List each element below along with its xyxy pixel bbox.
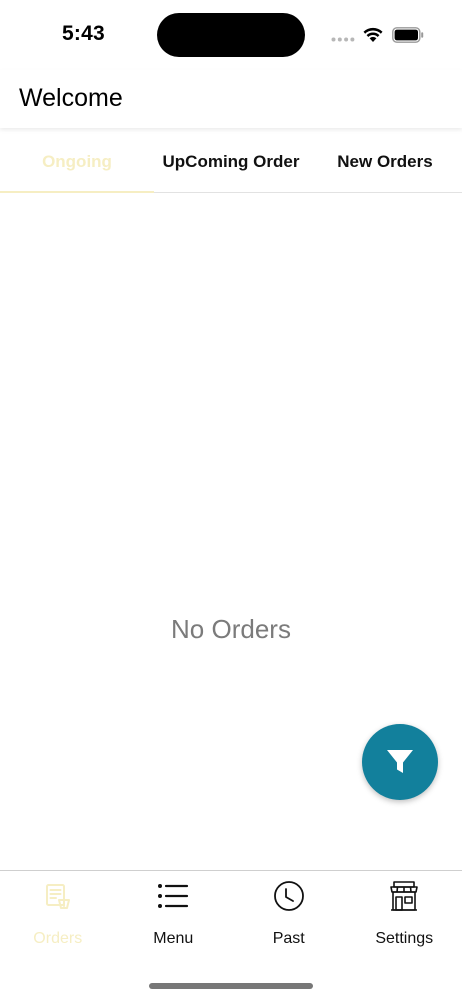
nav-label-menu: Menu <box>153 930 194 947</box>
app-screen: 5:43 Welcome Ongoing UpComing Order New … <box>0 0 462 1000</box>
nav-label-past: Past <box>272 930 305 947</box>
orders-icon <box>41 879 75 913</box>
nav-item-settings[interactable]: Settings <box>347 871 462 961</box>
nav-item-past[interactable]: Past <box>231 871 347 961</box>
nav-label-orders: Orders <box>33 930 83 947</box>
store-icon <box>387 879 421 913</box>
empty-state-message: No Orders <box>171 614 291 644</box>
battery-icon <box>392 27 424 43</box>
nav-item-orders[interactable]: Orders <box>0 871 116 961</box>
wifi-icon <box>363 27 383 42</box>
tab-ongoing[interactable]: Ongoing <box>0 132 154 193</box>
page-title: Welcome <box>19 84 123 112</box>
nav-item-menu[interactable]: Menu <box>116 871 232 961</box>
status-time: 5:43 <box>62 22 105 45</box>
status-bar: 5:43 <box>0 0 462 70</box>
filter-button[interactable] <box>362 724 438 800</box>
clock-icon <box>272 879 306 913</box>
tab-new-orders[interactable]: New Orders <box>308 132 462 192</box>
home-indicator[interactable] <box>149 983 313 989</box>
dynamic-island <box>157 13 305 57</box>
nav-label-settings: Settings <box>375 930 434 947</box>
bottom-nav: Orders Menu Past Settings <box>0 870 462 1000</box>
filter-icon <box>387 750 413 773</box>
app-header: Welcome <box>0 70 462 128</box>
list-icon <box>156 879 190 913</box>
order-tabs: Ongoing UpComing Order New Orders <box>0 132 462 193</box>
signal-dots-icon <box>331 37 355 42</box>
tab-upcoming-order[interactable]: UpComing Order <box>154 132 308 192</box>
